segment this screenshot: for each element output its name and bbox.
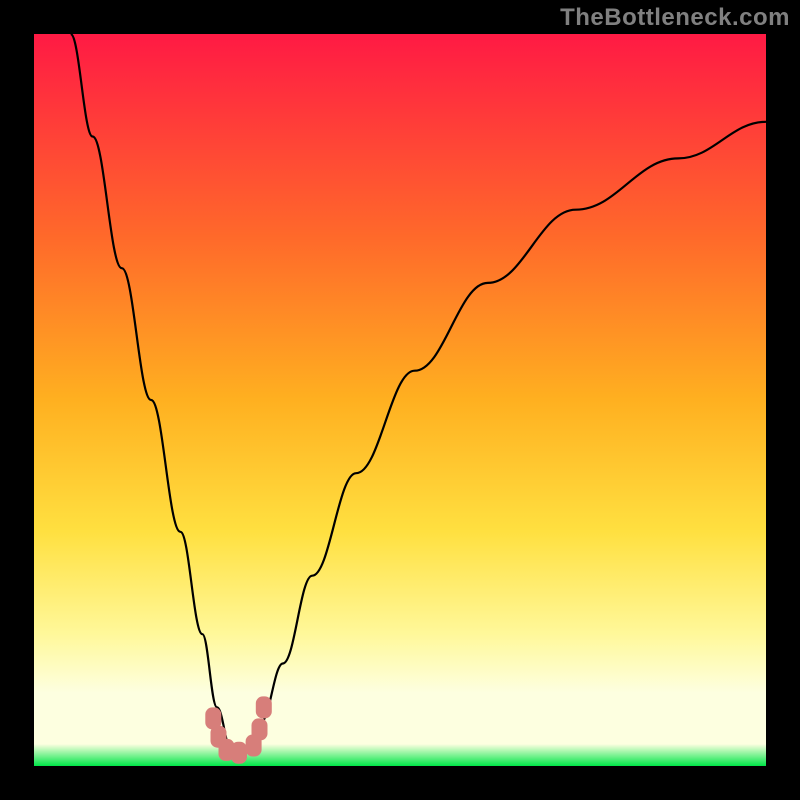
highlight-marker: [231, 742, 247, 764]
highlight-marker: [252, 718, 268, 740]
watermark-text: TheBottleneck.com: [560, 4, 790, 32]
outer-frame: TheBottleneck.com: [0, 0, 800, 800]
highlight-marker: [256, 696, 272, 718]
chart-plot-area: [34, 34, 766, 766]
heatmap-background: [34, 34, 766, 766]
chart-svg: [34, 34, 766, 766]
